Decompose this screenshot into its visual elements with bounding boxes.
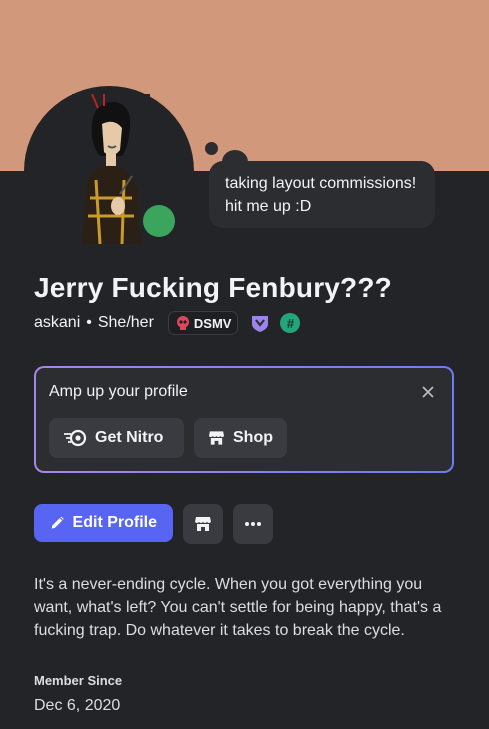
shop-label: Shop xyxy=(233,429,273,446)
get-nitro-label: Get Nitro xyxy=(95,429,164,446)
skull-icon xyxy=(176,316,189,330)
member-since-value: Dec 6, 2020 xyxy=(34,697,121,714)
profile-shop-button[interactable] xyxy=(183,504,223,544)
custom-status-bubble[interactable]: taking layout commissions! hit me up :D xyxy=(209,161,435,228)
status-bubble-tail-small xyxy=(205,142,218,155)
custom-status-text: taking layout commissions! hit me up :D xyxy=(225,175,417,215)
nitro-promo-card: Amp up your profile Get Nitro Shop xyxy=(34,366,454,473)
edit-profile-label: Edit Profile xyxy=(72,514,157,531)
more-icon xyxy=(245,522,261,526)
more-options-button[interactable] xyxy=(233,504,273,544)
hash-badge-icon[interactable]: # xyxy=(280,313,301,333)
nitro-icon xyxy=(64,429,87,447)
separator-dot: • xyxy=(86,314,92,331)
username[interactable]: askani xyxy=(34,314,80,332)
shop-button[interactable]: Shop xyxy=(194,418,287,458)
shop-icon xyxy=(208,431,225,445)
close-icon[interactable] xyxy=(420,384,436,400)
pronouns: She/her xyxy=(97,314,154,331)
guild-tag-label: DSMV xyxy=(193,315,232,331)
bio-text: It's a never-ending cycle. When you got … xyxy=(34,576,442,639)
guild-tag-badge[interactable]: DSMV xyxy=(167,311,239,335)
shop-icon xyxy=(195,517,211,531)
get-nitro-button[interactable]: Get Nitro xyxy=(49,418,184,458)
edit-profile-button[interactable]: Edit Profile xyxy=(34,504,173,542)
hypesquad-badge-icon[interactable] xyxy=(250,313,270,333)
pencil-icon xyxy=(51,516,64,529)
promo-title: Amp up your profile xyxy=(49,383,188,400)
online-status-icon xyxy=(143,205,175,237)
profile-subline: askani • She/her DSMV # xyxy=(34,310,301,336)
member-since-label: Member Since xyxy=(34,673,123,688)
display-name: Jerry Fucking Fenbury??? xyxy=(34,272,392,303)
